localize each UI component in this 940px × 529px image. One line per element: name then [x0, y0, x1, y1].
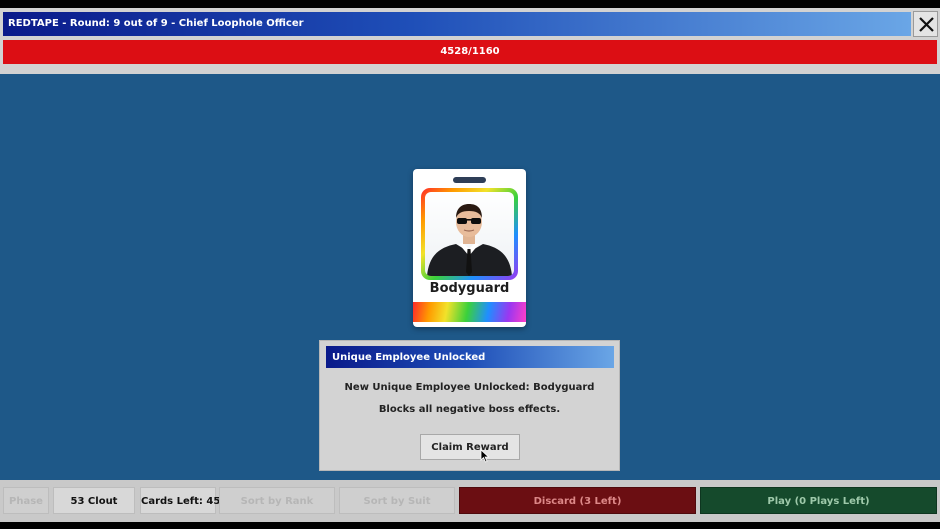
- top-bar: REDTAPE - Round: 9 out of 9 - Chief Loop…: [0, 8, 940, 74]
- clout-display: 53 Clout: [53, 487, 135, 514]
- discard-label: Discard (3 Left): [533, 496, 622, 507]
- cards-left-display: Cards Left: 45: [140, 487, 221, 514]
- sort-by-suit-label: Sort by Suit: [363, 496, 431, 507]
- dialog-description: Blocks all negative boss effects.: [378, 404, 561, 415]
- sort-by-rank-label: Sort by Rank: [240, 496, 314, 507]
- close-button[interactable]: [913, 11, 938, 37]
- badge-clip-slot: [453, 177, 486, 183]
- dialog-message: New Unique Employee Unlocked: Bodyguard: [344, 382, 595, 393]
- game-screen: REDTAPE - Round: 9 out of 9 - Chief Loop…: [0, 8, 940, 522]
- phase-label: Phase: [9, 496, 43, 507]
- portrait-frame: [421, 188, 518, 280]
- claim-reward-button[interactable]: Claim Reward: [420, 434, 520, 460]
- sort-by-rank-button[interactable]: Sort by Rank: [219, 487, 335, 514]
- employee-name: Bodyguard: [429, 281, 510, 296]
- phase-button[interactable]: Phase: [3, 487, 49, 514]
- action-bar: Phase 53 Clout Cards Left: 45 Sort by Ra…: [0, 480, 940, 522]
- game-title: REDTAPE - Round: 9 out of 9 - Chief Loop…: [8, 18, 304, 29]
- clout-value: 53 Clout: [70, 496, 118, 507]
- cards-left-value: Cards Left: 45: [141, 496, 221, 507]
- dialog-title: Unique Employee Unlocked: [332, 352, 486, 363]
- rainbow-stripe: [413, 302, 526, 322]
- employee-id-badge: Bodyguard: [413, 169, 526, 327]
- dialog-header: Unique Employee Unlocked: [326, 346, 614, 368]
- score-progress-bar: 4528/1160: [3, 40, 937, 64]
- close-x-icon: [919, 17, 934, 32]
- play-button[interactable]: Play (0 Plays Left): [700, 487, 937, 514]
- mouse-cursor-icon: [480, 449, 490, 463]
- score-progress-text: 4528/1160: [440, 46, 500, 57]
- title-strip: REDTAPE - Round: 9 out of 9 - Chief Loop…: [3, 12, 911, 36]
- bodyguard-portrait: [425, 192, 514, 276]
- discard-button[interactable]: Discard (3 Left): [459, 487, 696, 514]
- unlock-dialog: Unique Employee Unlocked New Unique Empl…: [319, 340, 620, 471]
- claim-reward-label: Claim Reward: [431, 442, 509, 453]
- play-label: Play (0 Plays Left): [767, 496, 870, 507]
- sort-by-suit-button[interactable]: Sort by Suit: [339, 487, 455, 514]
